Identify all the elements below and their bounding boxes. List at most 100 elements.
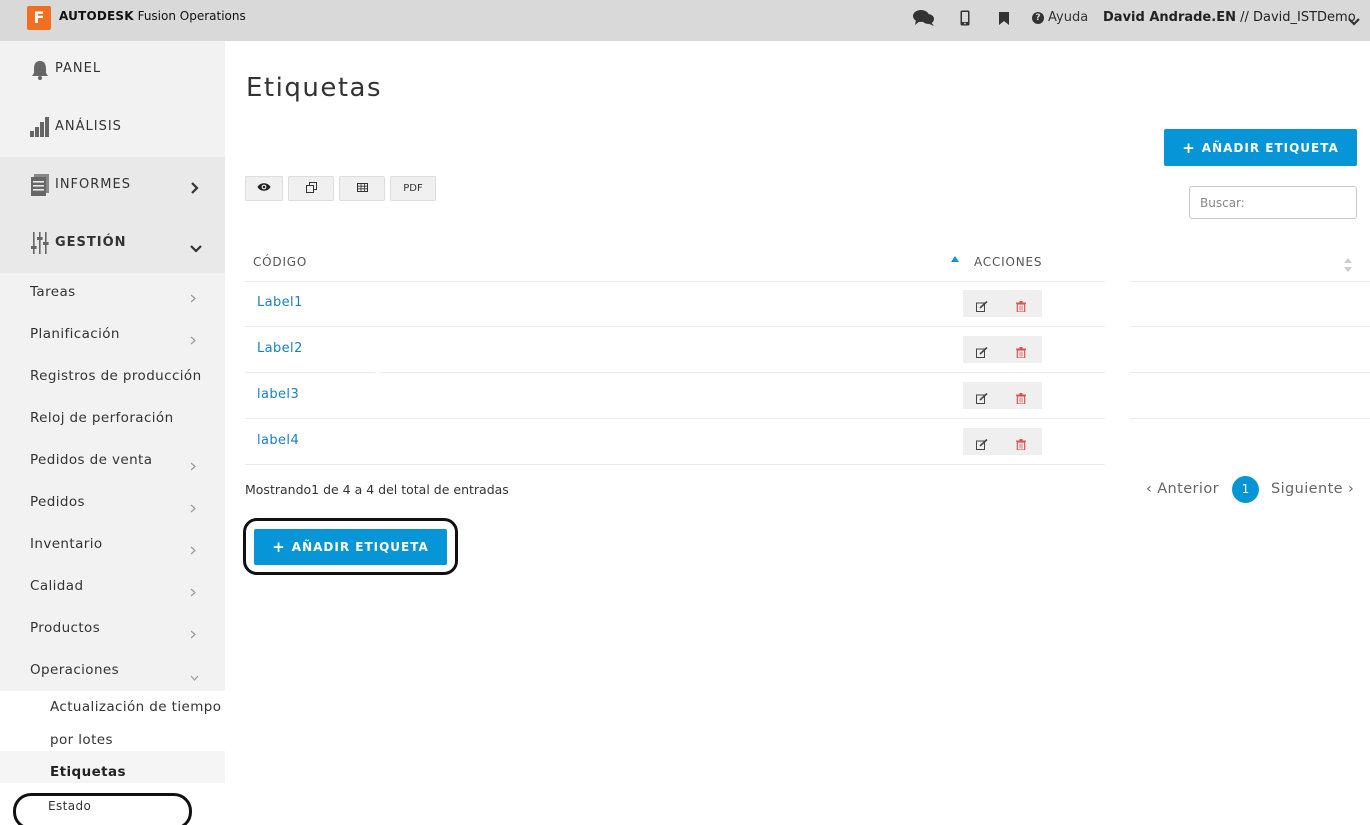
add-label-button-label: AÑADIR ETIQUETA	[1201, 140, 1339, 155]
add-label-button[interactable]: + AÑADIR ETIQUETA	[1164, 129, 1357, 166]
help-icon: ?	[1032, 11, 1044, 24]
row-actions	[963, 428, 1042, 455]
table-divider	[245, 418, 1105, 419]
sidebar-item-reloj[interactable]: Reloj de perforación	[30, 410, 174, 426]
plus-icon: +	[1182, 138, 1196, 157]
sidebar-item-productos[interactable]: Productos	[30, 620, 100, 636]
sidebar-item-actualizacion-cont[interactable]: por lotes	[50, 732, 113, 748]
excel-button[interactable]	[339, 176, 385, 201]
bell-icon	[30, 59, 50, 81]
pdf-button[interactable]: PDF	[390, 176, 436, 201]
eye-icon	[257, 182, 271, 195]
brand-autodesk: AUTODESK	[59, 9, 134, 23]
table-divider	[1130, 418, 1370, 419]
sidebar-item-operaciones[interactable]: Operaciones	[30, 662, 119, 678]
search-input[interactable]	[1189, 186, 1357, 219]
sidebar-item-pedidos-venta[interactable]: Pedidos de venta	[30, 452, 152, 468]
fusion-logo[interactable]: F	[27, 6, 51, 30]
table-divider	[1130, 281, 1370, 282]
chevron-right-icon	[190, 330, 196, 349]
add-label-button-bottom[interactable]: + AÑADIR ETIQUETA	[254, 529, 447, 565]
sidebar-item-label: GESTIÓN	[55, 235, 127, 250]
chevron-down-icon	[190, 239, 202, 258]
sidebar-item-etiquetas[interactable]: Etiquetas	[50, 764, 126, 780]
user-org: // David_ISTDemo	[1235, 10, 1356, 25]
copy-icon	[305, 181, 317, 196]
sidebar-item-panel[interactable]: PANEL	[0, 41, 225, 99]
chevron-right-icon	[190, 540, 196, 559]
mobile-icon[interactable]	[954, 8, 976, 28]
help-label: Ayuda	[1048, 10, 1089, 25]
sidebar: PANEL ANÁLISIS INFORMES GESTIÓN Tareas P…	[0, 41, 225, 825]
bar-chart-icon	[30, 116, 50, 138]
pagination-previous[interactable]: ‹ Anterior	[1146, 481, 1219, 497]
sidebar-item-label: PANEL	[55, 61, 102, 76]
pagination-page-1[interactable]: 1	[1232, 476, 1259, 503]
sidebar-item-label: INFORMES	[55, 177, 131, 192]
chat-icon[interactable]	[913, 8, 935, 28]
trash-icon[interactable]	[1016, 389, 1026, 408]
highlight-ring	[13, 793, 192, 825]
table-row-code-link[interactable]: label3	[257, 387, 299, 402]
column-header-code[interactable]: CÓDIGO	[253, 255, 307, 269]
table-divider	[1130, 326, 1370, 327]
column-header-actions: ACCIONES	[974, 255, 1043, 269]
chevron-right-icon	[190, 582, 196, 601]
table-row-code-link[interactable]: Label1	[257, 295, 303, 310]
table-info: Mostrando1 de 4 a 4 del total de entrada…	[245, 482, 509, 497]
table-divider	[1130, 372, 1370, 373]
row-actions	[963, 290, 1042, 317]
trash-icon[interactable]	[1016, 435, 1026, 454]
table-icon	[356, 182, 368, 195]
top-bar: F AUTODESK Fusion Operations ? Ayuda Dav…	[0, 0, 1370, 41]
sidebar-item-planificacion[interactable]: Planificación	[30, 326, 120, 342]
chevron-down-icon[interactable]	[1348, 12, 1360, 31]
column-visibility-button[interactable]	[245, 176, 283, 201]
trash-icon[interactable]	[1016, 297, 1026, 316]
sidebar-item-registros[interactable]: Registros de producción	[30, 368, 202, 384]
sliders-icon	[30, 232, 50, 254]
table-divider	[245, 464, 1105, 465]
edit-icon[interactable]	[976, 343, 988, 362]
chevron-right-icon	[190, 456, 196, 475]
brand-product: Fusion Operations	[137, 9, 246, 23]
sidebar-item-informes[interactable]: INFORMES	[0, 157, 225, 215]
sidebar-item-analisis[interactable]: ANÁLISIS	[0, 99, 225, 157]
pagination-next[interactable]: Siguiente ›	[1271, 481, 1354, 497]
brand-name: AUTODESK Fusion Operations	[59, 9, 246, 23]
chevron-down-icon	[190, 666, 199, 685]
sidebar-item-gestion[interactable]: GESTIÓN	[0, 215, 225, 273]
plus-icon: +	[272, 538, 286, 556]
edit-icon[interactable]	[976, 389, 988, 408]
table-divider	[245, 281, 1105, 282]
sidebar-item-pedidos[interactable]: Pedidos	[30, 494, 85, 510]
sort-both-icon[interactable]	[1344, 257, 1352, 276]
help-link[interactable]: ? Ayuda	[1032, 10, 1088, 25]
sidebar-item-label: ANÁLISIS	[55, 119, 122, 134]
chevron-right-icon	[190, 288, 196, 307]
sort-asc-icon[interactable]	[951, 256, 959, 262]
user-name: David Andrade.EN	[1103, 10, 1236, 25]
copy-button[interactable]	[288, 176, 334, 201]
row-actions	[963, 382, 1042, 409]
chevron-right-icon	[190, 624, 196, 643]
chevron-right-icon	[190, 179, 199, 198]
sidebar-item-calidad[interactable]: Calidad	[30, 578, 83, 594]
add-label-button-label: AÑADIR ETIQUETA	[291, 540, 429, 554]
edit-icon[interactable]	[976, 435, 988, 454]
page-title: Etiquetas	[246, 73, 382, 103]
table-divider	[245, 326, 1105, 327]
row-actions	[963, 336, 1042, 363]
sidebar-item-inventario[interactable]: Inventario	[30, 536, 103, 552]
document-icon	[30, 174, 50, 196]
user-menu[interactable]: David Andrade.EN // David_ISTDemo	[1103, 10, 1356, 25]
edit-icon[interactable]	[976, 297, 988, 316]
bookmark-icon[interactable]	[993, 8, 1015, 28]
table-divider	[245, 372, 375, 373]
table-row-code-link[interactable]: label4	[257, 433, 299, 448]
table-row-code-link[interactable]: Label2	[257, 341, 303, 356]
sidebar-item-tareas[interactable]: Tareas	[30, 284, 76, 300]
trash-icon[interactable]	[1016, 343, 1026, 362]
sidebar-item-actualizacion[interactable]: Actualización de tiempo	[50, 699, 221, 715]
table-divider	[380, 372, 1105, 373]
